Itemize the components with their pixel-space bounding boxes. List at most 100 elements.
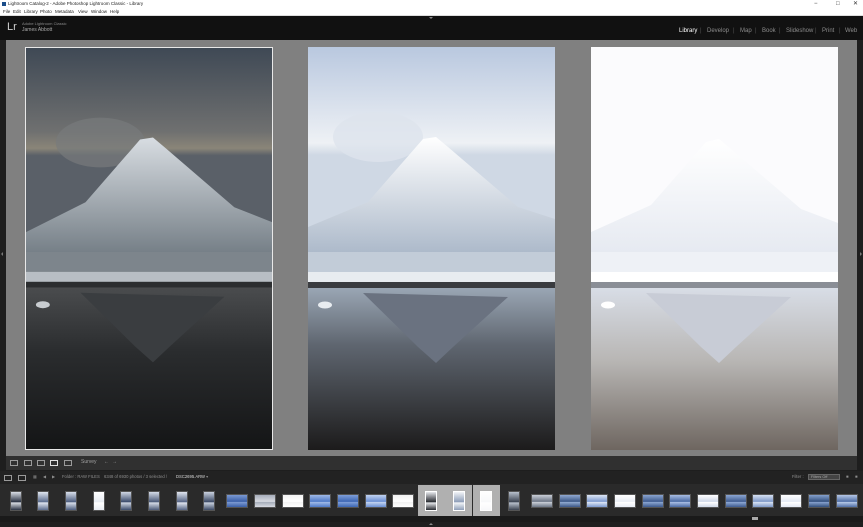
filename-text: DSC2695.ARW (176, 474, 206, 479)
second-window-icon[interactable] (18, 475, 26, 481)
selected-filename[interactable]: DSC2695.ARW ▾ (176, 474, 208, 479)
thumbnail-image (669, 493, 692, 508)
filmstrip-thumbnail[interactable] (390, 485, 417, 516)
people-view-icon[interactable] (64, 460, 72, 466)
filter-lock-icon[interactable]: ■ (846, 474, 849, 479)
menu-bar: File Edit Library Photo Metadata View Wi… (0, 8, 863, 16)
filmstrip-thumbnail[interactable] (168, 485, 195, 516)
filmstrip-thumbnail[interactable] (501, 485, 528, 516)
thumbnail-image (752, 493, 775, 508)
thumbnail-image (697, 493, 719, 508)
back-arrow-icon[interactable]: ◀ (43, 474, 46, 479)
filmstrip-thumbnail[interactable] (85, 485, 112, 516)
next-photo-button[interactable]: → (112, 459, 117, 465)
thumbnail-image (613, 493, 636, 508)
menu-view[interactable]: View (78, 8, 88, 16)
module-book[interactable]: Book (762, 28, 776, 34)
folder-source[interactable]: Folder : RAW FILES (62, 474, 100, 479)
identity-subtitle: Adobe Lightroom Classic (22, 21, 67, 26)
filmstrip-thumbnail[interactable] (113, 485, 140, 516)
module-divider: | (700, 28, 702, 34)
maximize-button[interactable]: □ (836, 0, 840, 8)
compare-view-icon[interactable] (37, 460, 45, 466)
filmstrip-thumbnail[interactable] (2, 485, 29, 516)
menu-window[interactable]: Window (91, 8, 107, 16)
filmstrip-thumbnail[interactable] (362, 485, 389, 516)
window-title: Lightroom Catalog-2 - Adobe Photoshop Li… (8, 1, 144, 6)
survey-photo-balanced[interactable] (308, 47, 555, 450)
title-bar: Lightroom Catalog-2 - Adobe Photoshop Li… (0, 0, 863, 8)
filmstrip-thumbnail[interactable] (30, 485, 57, 516)
survey-photo-dark[interactable] (25, 47, 273, 450)
loupe-view-icon[interactable] (24, 460, 32, 466)
filmstrip-thumbnail[interactable] (750, 485, 777, 516)
filmstrip-thumbnail[interactable] (445, 485, 473, 516)
filmstrip-thumbnail[interactable] (141, 485, 168, 516)
thumbnail-image (641, 493, 664, 508)
menu-library[interactable]: Library (24, 8, 38, 16)
thumbnail-image (226, 493, 249, 508)
filmstrip-thumbnail[interactable] (528, 485, 555, 516)
module-print[interactable]: Print (822, 28, 834, 34)
thumbnail-image (364, 493, 387, 508)
filmstrip-thumbnail[interactable] (196, 485, 223, 516)
filter-toggle-icon[interactable]: ■ (855, 474, 858, 479)
module-web[interactable]: Web (845, 28, 857, 34)
thumbnail-image (64, 490, 77, 511)
filmstrip-thumbnail[interactable] (417, 485, 445, 516)
grid-icon[interactable]: ▦ (33, 474, 37, 479)
survey-photo-bright[interactable] (591, 47, 838, 450)
filmstrip-thumbnail[interactable] (224, 485, 251, 516)
filmstrip-scrollbar[interactable] (0, 516, 863, 522)
forward-arrow-icon[interactable]: ▶ (52, 474, 55, 479)
filmstrip-thumbnail[interactable] (584, 485, 611, 516)
menu-photo[interactable]: Photo (40, 8, 52, 16)
collapse-right-panel-icon[interactable] (860, 252, 862, 256)
filter-select[interactable]: Filters Off (808, 474, 840, 480)
thumbnail-image (780, 493, 803, 508)
thumbnail-image (392, 493, 415, 508)
filmstrip-thumbnail[interactable] (307, 485, 334, 516)
filmstrip-thumbnail[interactable] (556, 485, 583, 516)
filmstrip-thumbnail[interactable] (722, 485, 749, 516)
module-divider: | (733, 28, 735, 34)
survey-view-icon[interactable] (50, 460, 58, 466)
module-divider: | (755, 28, 757, 34)
filmstrip-thumbnail[interactable] (334, 485, 361, 516)
module-develop[interactable]: Develop (707, 28, 729, 34)
module-map[interactable]: Map (740, 28, 752, 34)
grid-view-icon[interactable] (10, 460, 18, 466)
thumbnail-image (835, 493, 858, 508)
filmstrip-thumbnail[interactable] (251, 485, 278, 516)
thumbnail-image (480, 490, 493, 511)
previous-photo-button[interactable]: ← (104, 459, 109, 465)
filmstrip-thumbnail[interactable] (695, 485, 722, 516)
filmstrip-thumbnail[interactable] (778, 485, 805, 516)
menu-file[interactable]: File (3, 8, 10, 16)
filmstrip-thumbnail[interactable] (833, 485, 860, 516)
filmstrip-thumbnail[interactable] (57, 485, 84, 516)
collapse-top-panel-icon[interactable] (429, 17, 433, 19)
filmstrip-thumbnail[interactable] (667, 485, 694, 516)
thumbnail-image (9, 490, 22, 511)
menu-edit[interactable]: Edit (13, 8, 21, 16)
filmstrip-thumbnail[interactable] (279, 485, 306, 516)
collapse-left-panel-icon[interactable] (1, 252, 3, 256)
menu-help[interactable]: Help (110, 8, 119, 16)
thumbnail-image (281, 493, 304, 508)
filmstrip-thumbnail[interactable] (472, 485, 500, 516)
close-button[interactable]: ✕ (853, 0, 858, 8)
thumbnail-image (724, 493, 747, 508)
main-window-icon[interactable] (4, 475, 12, 481)
toolbar (6, 456, 857, 470)
thumbnail-image (336, 493, 359, 508)
collapse-bottom-panel-icon[interactable] (429, 523, 433, 525)
filmstrip-thumbnail[interactable] (611, 485, 638, 516)
filmstrip-thumbnail[interactable] (805, 485, 832, 516)
menu-metadata[interactable]: Metadata (55, 8, 74, 16)
scrollbar-thumb[interactable] (752, 517, 758, 520)
minimize-button[interactable]: − (814, 0, 818, 8)
module-slideshow[interactable]: Slideshow (786, 28, 813, 34)
filmstrip-thumbnail[interactable] (639, 485, 666, 516)
module-library[interactable]: Library (679, 28, 697, 34)
